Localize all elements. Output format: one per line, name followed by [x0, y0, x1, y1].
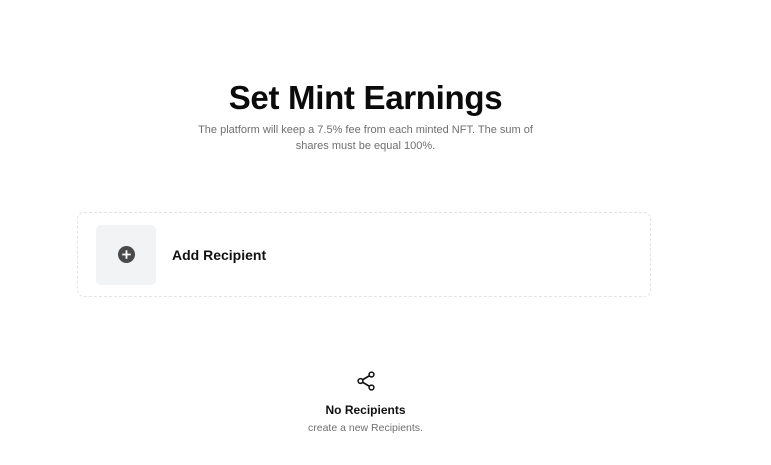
add-recipient-label: Add Recipient: [172, 246, 267, 263]
empty-state-title: No Recipients: [325, 403, 406, 417]
page-title: Set Mint Earnings: [228, 79, 503, 116]
page-subtitle: The platform will keep a 7.5% fee from e…: [198, 124, 533, 152]
add-recipient-button[interactable]: Add Recipient: [77, 212, 651, 297]
empty-state: No Recipients create a new Recipients.: [0, 371, 731, 435]
plus-circle-icon: [117, 246, 135, 263]
add-recipient-icon-tile[interactable]: [96, 224, 156, 285]
page-header: Set Mint Earnings The platform will keep…: [0, 78, 731, 154]
share-icon: [356, 371, 375, 391]
mint-earnings-page: Set Mint Earnings The platform will keep…: [0, 0, 771, 465]
empty-state-subtitle: create a new Recipients.: [308, 422, 423, 434]
